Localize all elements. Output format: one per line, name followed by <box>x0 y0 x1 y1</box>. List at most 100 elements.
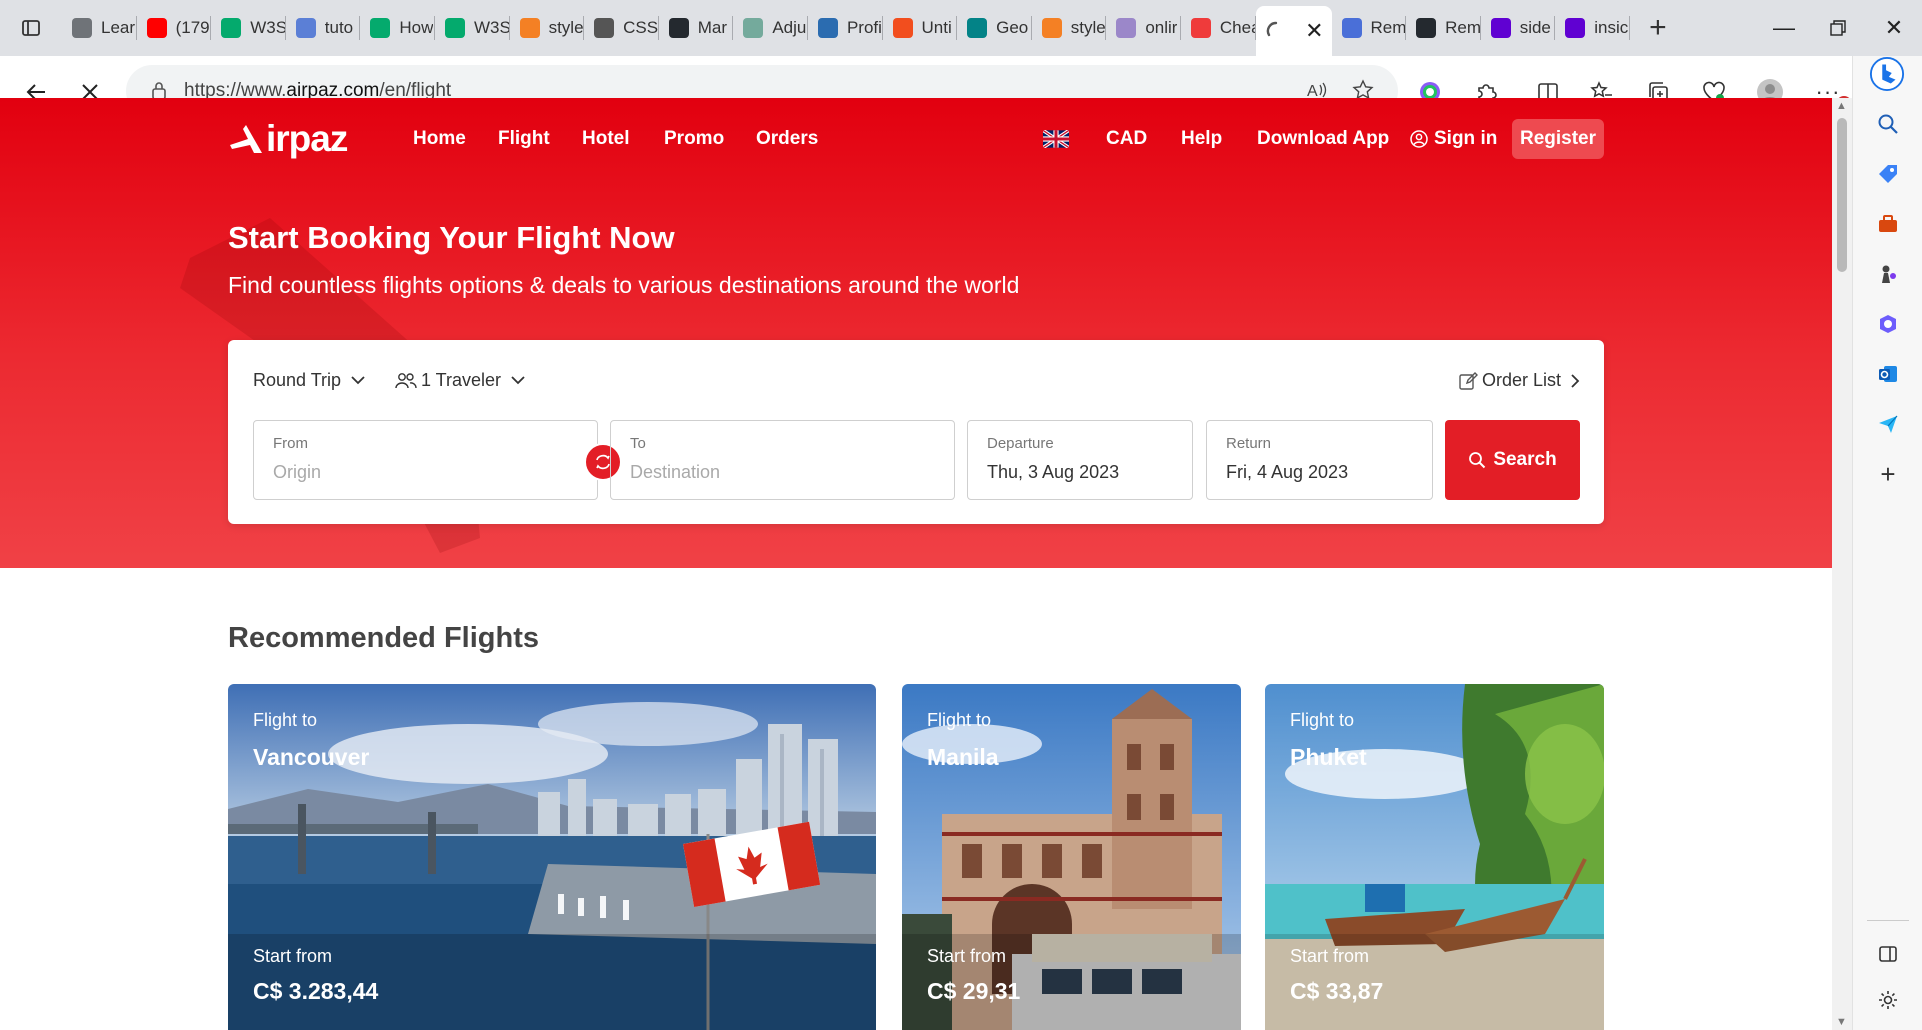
nav-flight-link[interactable]: Flight <box>498 128 550 150</box>
nav-promo-link[interactable]: Promo <box>664 128 724 150</box>
openai-icon <box>743 18 764 38</box>
close-tab-icon[interactable]: ✕ <box>1305 18 1323 44</box>
sidebar-add-button[interactable]: + <box>1870 456 1906 492</box>
departure-date-field[interactable]: Departure Thu, 3 Aug 2023 <box>967 420 1193 500</box>
hero-title: Start Booking Your Flight Now <box>228 220 675 255</box>
return-label: Return <box>1226 435 1272 452</box>
chevron-down-icon <box>511 376 525 385</box>
scroll-down-arrow-icon[interactable]: ▼ <box>1836 1016 1847 1028</box>
start-from-label: Start from <box>1290 946 1370 966</box>
browser-tab[interactable]: insic <box>1555 0 1630 56</box>
flight-price: C$ 3.283,44 <box>253 978 379 1004</box>
flight-card-manila[interactable]: Flight to Manila Start from C$ 29,31 <box>902 684 1241 1030</box>
register-button[interactable]: Register <box>1512 119 1604 159</box>
sharepoint-icon <box>967 18 988 38</box>
currency-selector[interactable]: CAD <box>1106 128 1147 150</box>
departure-value: Thu, 3 Aug 2023 <box>987 462 1120 482</box>
destination-city: Manila <box>927 744 999 770</box>
edge-sidebar: + <box>1852 56 1922 1030</box>
browser-tab[interactable]: Unti <box>883 0 958 56</box>
trip-type-dropdown[interactable]: Round Trip <box>253 370 365 391</box>
browser-tab-label: Geo <box>996 18 1029 37</box>
browser-tab[interactable]: Lear <box>62 0 137 56</box>
gear-icon <box>1879 991 1897 1009</box>
browser-tab[interactable]: CSS <box>584 0 659 56</box>
toolbox-icon <box>1879 215 1897 232</box>
shopping-tag-icon <box>1879 165 1897 183</box>
browser-tab[interactable]: Chea <box>1181 0 1256 56</box>
new-tab-button[interactable]: + <box>1630 0 1686 56</box>
browser-tab[interactable]: style <box>510 0 585 56</box>
chess-piece-icon <box>1882 265 1896 283</box>
scroll-up-arrow-icon[interactable]: ▲ <box>1836 100 1847 112</box>
sidebar-tools-button[interactable] <box>1870 206 1906 242</box>
w3schools-icon <box>370 18 391 38</box>
chevron-down-icon <box>351 376 365 385</box>
hero-section: irpaz Home Flight Hotel Promo Orders CAD… <box>0 98 1832 568</box>
sidebar-settings-button[interactable] <box>1870 982 1906 1018</box>
airpaz-logo[interactable]: irpaz <box>228 116 348 162</box>
close-window-button[interactable]: ✕ <box>1866 0 1922 56</box>
return-date-field[interactable]: Return Fri, 4 Aug 2023 <box>1206 420 1433 500</box>
browser-tab-label: Mar <box>697 18 728 37</box>
tab-actions-menu-button[interactable] <box>0 0 62 56</box>
browser-tab[interactable]: onlir <box>1106 0 1181 56</box>
flight-search-form: Round Trip 1 Traveler Order List From Or… <box>228 340 1604 524</box>
browser-tab[interactable]: side <box>1481 0 1556 56</box>
github-icon <box>1416 18 1437 38</box>
browser-tab[interactable]: (179 <box>137 0 212 56</box>
search-button-label: Search <box>1493 449 1557 470</box>
browser-tab-label: Unti <box>921 18 952 37</box>
restore-button[interactable] <box>1810 0 1866 56</box>
minimize-button[interactable]: — <box>1756 0 1812 56</box>
return-value: Fri, 4 Aug 2023 <box>1226 462 1349 482</box>
nav-hotel-link[interactable]: Hotel <box>582 128 630 150</box>
bing-copilot-icon <box>1869 56 1905 92</box>
nav-orders-link[interactable]: Orders <box>756 128 818 150</box>
browser-tab[interactable]: Rem <box>1406 0 1481 56</box>
browser-tab[interactable]: style <box>1032 0 1107 56</box>
sidebar-outlook-button[interactable] <box>1870 356 1906 392</box>
browser-tab-label: insic <box>1594 18 1629 37</box>
browser-tab[interactable]: Geo <box>957 0 1032 56</box>
scrollbar-thumb[interactable] <box>1837 118 1847 272</box>
nav-home-link[interactable]: Home <box>413 128 466 150</box>
airpaz-logo-mark-icon <box>230 125 262 153</box>
sidebar-shopping-button[interactable] <box>1870 156 1906 192</box>
browser-tab[interactable]: Adju <box>733 0 808 56</box>
page-viewport: irpaz Home Flight Hotel Promo Orders CAD… <box>0 98 1832 1030</box>
from-field[interactable]: From Origin <box>253 420 598 500</box>
sidebar-hide-button[interactable] <box>1870 936 1906 972</box>
bing-chat-button[interactable] <box>1869 56 1905 92</box>
browser-tab[interactable]: Mar <box>659 0 734 56</box>
sidebar-games-button[interactable] <box>1870 256 1906 292</box>
order-list-link[interactable]: Order List <box>1458 370 1580 391</box>
sidebar-search-button[interactable] <box>1870 106 1906 142</box>
download-app-link[interactable]: Download App <box>1257 128 1389 150</box>
browser-tab[interactable]: W3S <box>435 0 510 56</box>
browser-tab[interactable]: Rem <box>1332 0 1406 56</box>
tab-actions-icon <box>22 20 40 36</box>
w3schools-icon <box>444 18 465 38</box>
edit-icon <box>1459 371 1478 390</box>
browser-tab[interactable]: Profi <box>808 0 883 56</box>
flight-card-vancouver[interactable]: Flight to Vancouver Start from C$ 3.283,… <box>228 684 876 1030</box>
loading-icon <box>1266 21 1277 37</box>
search-button[interactable]: Search <box>1445 420 1580 500</box>
browser-tab[interactable]: W3S <box>211 0 286 56</box>
browser-tab-label: W3S <box>250 18 286 37</box>
doc-icon <box>1341 18 1362 38</box>
browser-tab[interactable]: How <box>360 0 435 56</box>
sign-in-link[interactable]: Sign in <box>1410 128 1497 150</box>
sidebar-send-button[interactable] <box>1870 406 1906 442</box>
page-scrollbar[interactable]: ▲ ▼ <box>1832 98 1852 1030</box>
sidebar-office-button[interactable] <box>1870 306 1906 342</box>
uk-flag-language-icon[interactable] <box>1043 130 1069 148</box>
to-field[interactable]: To Destination <box>610 420 955 500</box>
flight-card-phuket[interactable]: Flight to Phuket Start from C$ 33,87 <box>1265 684 1604 1030</box>
travelers-dropdown[interactable]: 1 Traveler <box>395 370 525 391</box>
travelers-label: 1 Traveler <box>421 370 502 390</box>
tab-active-airpaz[interactable]: ✕ <box>1255 6 1332 56</box>
browser-tab[interactable]: tuto <box>286 0 361 56</box>
help-link[interactable]: Help <box>1181 128 1222 150</box>
